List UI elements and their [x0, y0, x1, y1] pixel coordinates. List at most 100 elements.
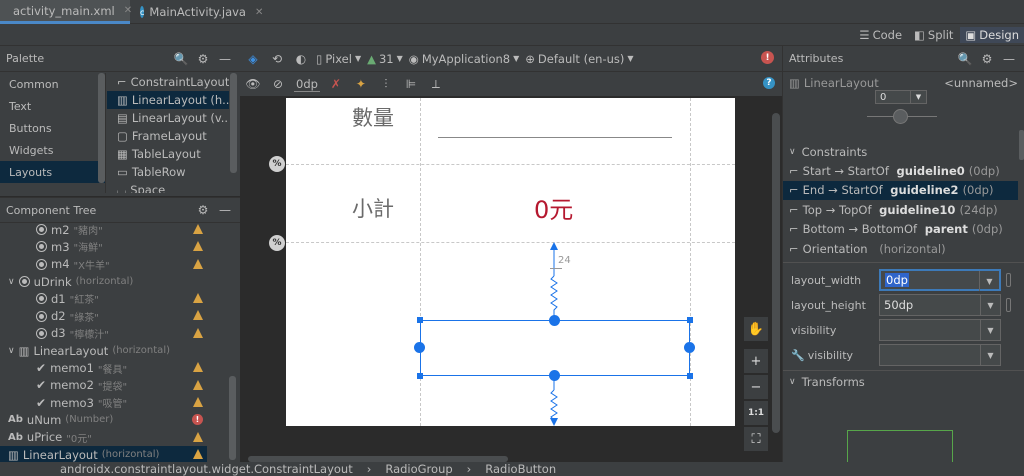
pan-hand-icon[interactable]: ✋: [744, 317, 768, 341]
warning-icon[interactable]: [193, 379, 203, 390]
chevron-down-icon[interactable]: ▼: [980, 345, 1000, 365]
horizontal-guideline[interactable]: [286, 242, 735, 243]
constraint-anchor-bottom[interactable]: [549, 370, 560, 381]
warning-icon[interactable]: [193, 396, 203, 407]
tree-row[interactable]: m2 "豬肉": [0, 221, 207, 238]
device-selector[interactable]: ▯ Pixel ▼: [316, 52, 361, 66]
quantity-label[interactable]: 數量: [352, 102, 394, 132]
tree-row[interactable]: d3 "檸檬汁": [0, 325, 207, 342]
error-icon[interactable]: !: [761, 51, 774, 64]
tree-row[interactable]: d2 "綠茶": [0, 307, 207, 324]
transforms-section-header[interactable]: ∨ Transforms: [789, 375, 865, 389]
layers-icon[interactable]: ◈: [244, 50, 262, 68]
quantity-input-line[interactable]: [438, 137, 672, 138]
component-tree-scrollbar[interactable]: [229, 376, 236, 460]
constraint-anchor-top[interactable]: [549, 315, 560, 326]
tree-row[interactable]: ∨ ▥ LinearLayout (horizontal): [0, 342, 207, 359]
theme-selector[interactable]: ◉ MyApplication8 ▼: [409, 52, 520, 66]
warning-icon[interactable]: [193, 310, 203, 321]
breadcrumb-item[interactable]: RadioGroup: [385, 462, 452, 476]
constraint-anchor-end[interactable]: [684, 342, 695, 353]
zoom-fit-icon[interactable]: ⛶: [744, 427, 768, 451]
palette-item[interactable]: ▤ LinearLayout (v...: [107, 109, 229, 127]
spinner-field[interactable]: 0 ▼: [875, 90, 927, 104]
clear-constraints-icon[interactable]: ✗: [327, 75, 345, 93]
expand-caret-icon[interactable]: ∨: [8, 346, 15, 356]
slider-thumb[interactable]: [893, 109, 908, 124]
help-icon[interactable]: ?: [763, 77, 775, 89]
chevron-down-icon[interactable]: ▼: [910, 91, 926, 103]
chevron-down-icon[interactable]: ▼: [979, 271, 999, 291]
palette-item[interactable]: ⌐ ConstraintLayout: [107, 73, 229, 91]
palette-category-text[interactable]: Text: [0, 95, 105, 117]
zoom-in-icon[interactable]: +: [744, 349, 768, 373]
locale-selector[interactable]: ⊕ Default (en-us) ▼: [525, 52, 633, 66]
warning-icon[interactable]: [193, 448, 203, 459]
gear-icon[interactable]: ⚙: [194, 50, 212, 68]
resource-picker-icon[interactable]: [1006, 273, 1011, 287]
palette-items-scrollbar[interactable]: [230, 73, 237, 173]
constraint-row[interactable]: ⌐ Start → StartOf guideline0 (0dp): [783, 161, 1018, 181]
tree-row[interactable]: ✔ memo1 "餐具": [0, 359, 207, 376]
code-mode-button[interactable]: ☰ Code: [854, 27, 907, 43]
default-margin-selector[interactable]: 0dp: [294, 77, 320, 92]
warning-icon[interactable]: [193, 362, 203, 373]
eye-icon[interactable]: 👁: [244, 75, 262, 93]
guideline-percent-badge[interactable]: %: [269, 156, 285, 172]
magic-wand-icon[interactable]: ✦: [352, 75, 370, 93]
palette-item[interactable]: ▢ FrameLayout: [107, 127, 229, 145]
design-mode-button[interactable]: ▣ Design: [960, 27, 1024, 43]
layout-width-field[interactable]: 0dp ▼: [879, 269, 1001, 291]
zoom-actual-size-icon[interactable]: 1:1: [744, 401, 768, 425]
tools-visibility-field[interactable]: ▼: [879, 344, 1001, 366]
palette-item[interactable]: ▦ TableLayout: [107, 145, 229, 163]
tree-row[interactable]: ✔ memo2 "提袋": [0, 377, 207, 394]
subtotal-label[interactable]: 小計: [352, 193, 394, 223]
tree-row[interactable]: ▥ LinearLayout (horizontal): [0, 445, 207, 463]
horizontal-guideline[interactable]: [286, 164, 735, 165]
palette-category-layouts[interactable]: Layouts: [0, 161, 105, 183]
gear-icon[interactable]: ⚙: [194, 201, 212, 219]
night-mode-icon[interactable]: ◐: [292, 50, 310, 68]
api-selector[interactable]: ▲ 31 ▼: [367, 52, 403, 66]
zoom-out-icon[interactable]: −: [744, 375, 768, 399]
visibility-field[interactable]: ▼: [879, 319, 1001, 341]
rotate-icon[interactable]: ⟲: [268, 50, 286, 68]
layout-height-field[interactable]: 50dp ▼: [879, 294, 1001, 316]
palette-item[interactable]: ▭ TableRow: [107, 163, 229, 181]
resize-handle[interactable]: [417, 317, 423, 323]
attributes-scrollbar[interactable]: [1019, 130, 1024, 160]
constraint-anchor-start[interactable]: [414, 342, 425, 353]
palette-category-widgets[interactable]: Widgets: [0, 139, 105, 161]
resize-handle[interactable]: [687, 373, 693, 379]
minimize-icon[interactable]: —: [216, 50, 234, 68]
warning-icon[interactable]: [193, 327, 203, 338]
close-icon[interactable]: ✕: [124, 5, 132, 16]
warning-icon[interactable]: [193, 224, 203, 234]
split-mode-button[interactable]: ◧ Split: [909, 27, 958, 43]
selected-linear-layout[interactable]: [420, 320, 690, 376]
subtotal-value[interactable]: 0元: [534, 190, 573, 225]
component-id[interactable]: <unnamed>: [944, 76, 1018, 90]
expand-caret-icon[interactable]: ∨: [8, 277, 15, 287]
chevron-down-icon[interactable]: ▼: [980, 295, 1000, 315]
pack-icon[interactable]: ⫶: [377, 75, 395, 93]
autoconnect-off-icon[interactable]: ⊘: [269, 75, 287, 93]
gear-icon[interactable]: ⚙: [978, 50, 996, 68]
palette-category-common[interactable]: Common: [0, 73, 105, 95]
chevron-down-icon[interactable]: ▼: [980, 320, 1000, 340]
tab-main-activity[interactable]: c MainActivity.java ✕: [132, 0, 263, 24]
device-preview[interactable]: 數量 小計 0元 24: [286, 98, 735, 426]
guideline-percent-badge[interactable]: %: [269, 235, 285, 251]
palette-item[interactable]: ⌴ Space: [107, 181, 229, 194]
tree-row[interactable]: Ab uNum (Number)!: [0, 411, 207, 428]
palette-category-buttons[interactable]: Buttons: [0, 117, 105, 139]
warning-icon[interactable]: [193, 431, 203, 442]
minimize-icon[interactable]: —: [1000, 50, 1018, 68]
canvas-vertical-scrollbar[interactable]: [772, 113, 780, 433]
warning-icon[interactable]: [193, 241, 203, 252]
resize-handle[interactable]: [687, 317, 693, 323]
palette-item[interactable]: ▥ LinearLayout (h...: [107, 91, 229, 109]
warning-icon[interactable]: [193, 293, 203, 304]
guidelines-icon[interactable]: ⟂: [427, 75, 445, 93]
